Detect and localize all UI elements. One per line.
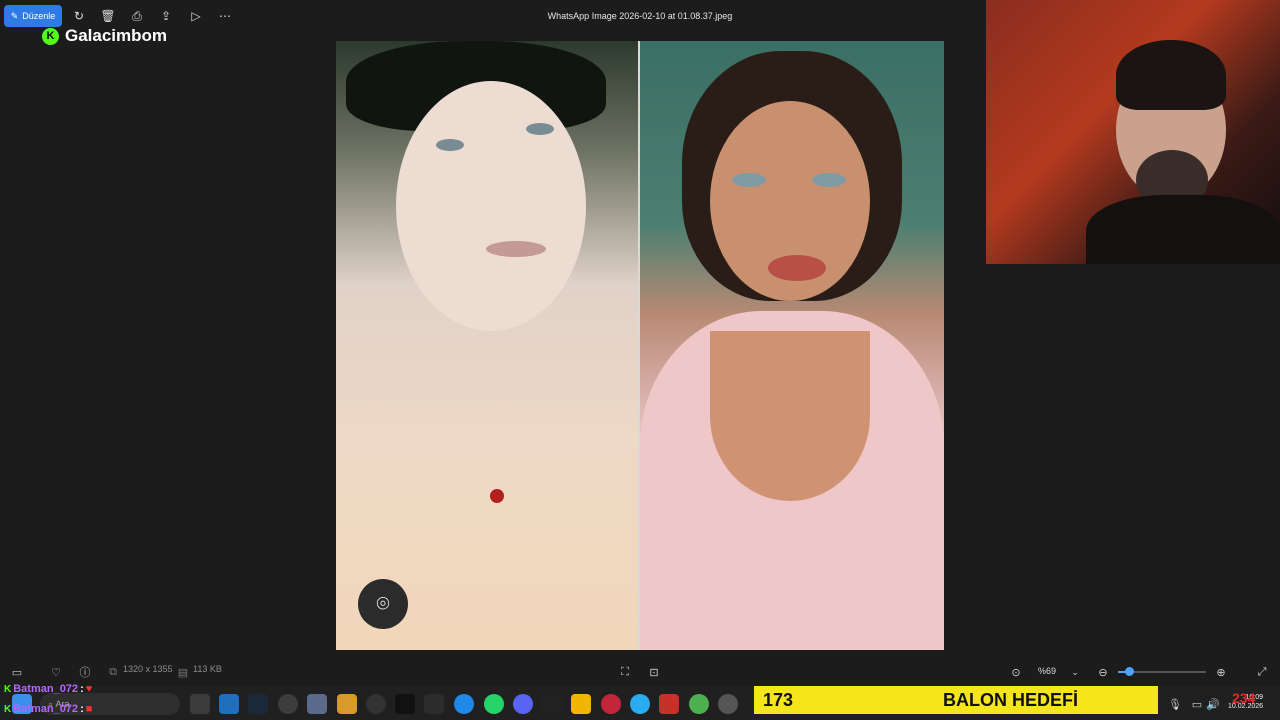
neckline-shape [710, 331, 870, 501]
chat-message: K Batman_072 : ♥ [4, 683, 92, 695]
app-icon[interactable] [659, 694, 679, 714]
goal-count: 173 [763, 689, 794, 710]
goal-label: BALON HEDEFİ [943, 689, 1078, 710]
rotate-icon[interactable]: ↻ [71, 8, 87, 24]
print-icon[interactable]: ⎙ [129, 8, 145, 24]
eye-shape [436, 139, 464, 151]
epic-games-icon[interactable] [542, 694, 562, 714]
image-dimensions: 1320 x 1355 [123, 664, 173, 674]
kick-logo-icon: K [42, 27, 59, 45]
file-size: 113 KB [193, 664, 222, 674]
edit-icon: ✎ [10, 10, 19, 21]
displayed-image: ⌾ [336, 41, 944, 650]
visual-search-button[interactable]: ⌾ [358, 579, 408, 629]
microphone-icon[interactable]: 🎙 [1168, 697, 1182, 711]
image-left-half [336, 41, 638, 650]
settings-icon[interactable] [718, 694, 738, 714]
app-icon[interactable] [307, 694, 327, 714]
chat-message: K Batman_072 : ■ [4, 703, 92, 715]
channel-name: Galacimbom [65, 26, 168, 45]
edit-label: Düzenle [22, 11, 56, 21]
chat-colon: : [80, 683, 84, 695]
file-explorer-icon[interactable] [571, 694, 591, 714]
delete-icon[interactable]: 🗑 [100, 8, 116, 24]
actual-size-icon[interactable]: ⊡ [647, 665, 661, 679]
display-icon[interactable]: ▭ [1190, 697, 1204, 711]
chat-username: Batman_072 [13, 703, 79, 715]
kick-icon: K [4, 683, 12, 695]
share-icon[interactable]: ⇪ [158, 8, 174, 24]
widgets-icon[interactable] [190, 694, 210, 714]
eye-shape [812, 173, 846, 187]
chat-colon: : [80, 703, 84, 715]
window-title: WhatsApp Image 2026-02-10 at 01.08.37.jp… [547, 11, 733, 21]
app-icon[interactable] [337, 694, 357, 714]
pendant-shape [490, 489, 504, 503]
telegram-icon[interactable] [630, 694, 650, 714]
app-icon[interactable] [424, 694, 444, 714]
chrome-icon[interactable] [689, 694, 709, 714]
4k-app-icon[interactable] [278, 694, 298, 714]
zoom-mode-icon[interactable]: ⊙ [1009, 665, 1023, 679]
eye-shape [526, 123, 554, 135]
chat-username: Batman_072 [13, 683, 79, 695]
visual-search-icon: ⌾ [376, 591, 390, 616]
lips-shape [486, 241, 546, 257]
lips-shape [768, 255, 826, 281]
chevron-down-icon[interactable]: ⌄ [1068, 665, 1082, 679]
eye-shape [732, 173, 766, 187]
slideshow-icon[interactable]: ▷ [188, 8, 204, 24]
balloon-goal-bar: 173 BALON HEDEFİ [754, 686, 1158, 714]
zoom-slider-thumb[interactable] [1124, 667, 1134, 676]
info-icon[interactable]: ⓘ [78, 665, 92, 679]
capcut-icon[interactable] [395, 694, 415, 714]
discord-icon[interactable] [513, 694, 533, 714]
store-icon[interactable] [219, 694, 239, 714]
emote-icon: ■ [85, 703, 93, 715]
filmstrip-icon[interactable]: ▭ [10, 665, 24, 679]
fit-window-icon[interactable]: ⛶ [618, 665, 632, 679]
streamer-hair-shape [1116, 40, 1226, 110]
file-size-icon: ▤ [177, 666, 189, 679]
whatsapp-icon[interactable] [484, 694, 504, 714]
more-options-icon[interactable]: ⋯ [217, 8, 233, 24]
volume-icon[interactable]: 🔊 [1206, 697, 1220, 711]
webcam-overlay [986, 0, 1280, 264]
zoom-out-icon[interactable]: ⊖ [1096, 665, 1110, 679]
kick-icon: K [4, 703, 12, 715]
image-info-bar [0, 660, 1280, 684]
edge-icon[interactable] [454, 694, 474, 714]
image-right-half [640, 41, 944, 650]
overlay-counter: 234 [1232, 690, 1256, 706]
app-icon[interactable] [601, 694, 621, 714]
face-shape [396, 81, 586, 331]
chatgpt-icon[interactable] [366, 694, 386, 714]
steam-icon[interactable] [248, 694, 268, 714]
streamer-shirt-shape [1086, 195, 1280, 264]
emote-icon: ♥ [85, 683, 93, 695]
fullscreen-icon[interactable]: ⤢ [1255, 665, 1269, 679]
zoom-in-icon[interactable]: ⊕ [1214, 665, 1228, 679]
dimensions-icon: ⧉ [109, 665, 117, 678]
edit-button[interactable]: ✎ Düzenle [4, 5, 62, 27]
channel-brand: K Galacimbom [42, 25, 167, 47]
zoom-level-value[interactable]: %69 [1038, 666, 1056, 676]
favorite-icon[interactable]: ♡ [49, 665, 63, 679]
